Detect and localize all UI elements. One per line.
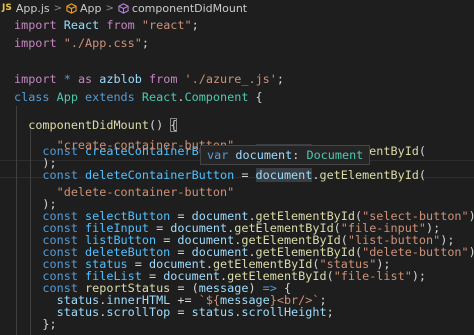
token-string: "file-list" <box>333 269 412 283</box>
token-identifier: document <box>255 168 313 182</box>
token-property: scrollHeight <box>241 305 327 319</box>
token-identifier: status <box>191 305 235 319</box>
code-line[interactable]: }; <box>14 315 57 333</box>
chevron-right-icon: > <box>105 2 114 14</box>
token-property: scrollTop <box>106 305 171 319</box>
token-punct: ); <box>411 269 427 283</box>
javascript-file-icon: JS <box>2 3 12 13</box>
code-line[interactable]: const deleteContainerButton = document.g… <box>14 166 426 184</box>
token-function: getElementById <box>319 168 419 182</box>
hover-tooltip: var document: Document <box>200 145 371 165</box>
method-symbol-icon <box>118 3 129 14</box>
tooltip-colon: : <box>292 148 300 162</box>
breadcrumb-class[interactable]: App <box>66 2 102 15</box>
class-symbol-icon <box>66 3 77 14</box>
token-punct: }; <box>42 317 57 331</box>
tooltip-keyword: var <box>207 148 229 162</box>
token-punct: ( <box>326 269 334 283</box>
token-operator: = <box>177 305 185 319</box>
token-operator: = <box>241 168 249 182</box>
token-keyword: const <box>42 168 78 182</box>
breadcrumb-class-label: App <box>80 1 102 15</box>
token-string: "delete-container-button" <box>56 185 235 199</box>
token-punct: ); <box>469 209 474 223</box>
token-punct: ); <box>469 245 474 259</box>
token-identifier: status <box>56 305 100 319</box>
breadcrumb-method[interactable]: componentDidMount <box>118 2 247 15</box>
token-punct: ; <box>326 305 334 319</box>
token-constant: deleteContainerButton <box>85 168 235 182</box>
breadcrumb-method-label: componentDidMount <box>131 1 248 15</box>
chevron-right-icon: > <box>53 2 63 14</box>
breadcrumb: JS App.js > App > componentDidMount <box>0 0 474 16</box>
token-punct: ( <box>418 168 427 182</box>
tooltip-name: document <box>235 148 293 162</box>
tooltip-type: Document <box>306 148 364 162</box>
breadcrumb-file[interactable]: App.js <box>16 2 50 15</box>
code-line[interactable]: status.scrollTop = status.scrollHeight; <box>14 303 334 321</box>
